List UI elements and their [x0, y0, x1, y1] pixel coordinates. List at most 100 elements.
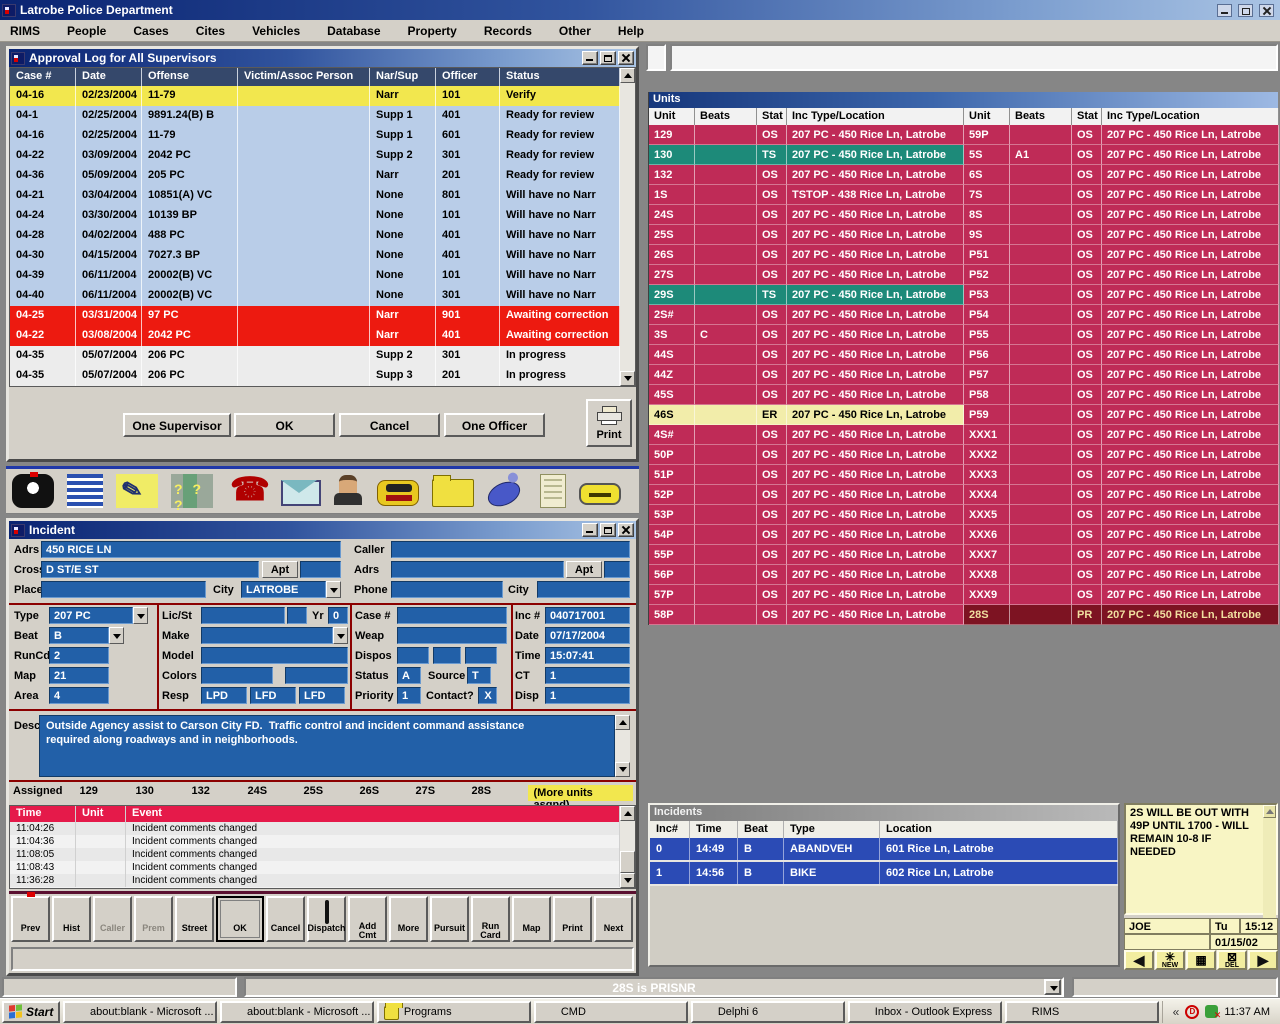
apt-field[interactable] — [300, 561, 341, 578]
approval-row[interactable]: 04-36 05/09/2004 205 PC Narr 201 Ready f… — [10, 166, 620, 186]
incident-toolbar-button[interactable]: Run Card — [471, 896, 510, 942]
unit-row[interactable]: 53P OS 207 PC - 450 Rice Ln, Latrobe — [649, 505, 964, 525]
column-header[interactable]: Victim/Assoc Person — [238, 68, 370, 86]
assigned-unit[interactable]: 24S — [248, 785, 304, 801]
scroll-up-icon[interactable] — [620, 68, 635, 83]
priority-field[interactable]: 1 — [397, 687, 421, 704]
dispos2-field[interactable] — [433, 647, 461, 664]
toolbar-icon[interactable] — [67, 474, 103, 508]
unit-row[interactable]: P55 OS 207 PC - 450 Rice Ln, Latrobe — [964, 325, 1279, 345]
incident-toolbar-button[interactable]: Prem — [134, 896, 173, 942]
unit-row[interactable]: P53 OS 207 PC - 450 Rice Ln, Latrobe — [964, 285, 1279, 305]
column-header[interactable]: Time — [10, 806, 76, 822]
menu-item[interactable]: People — [67, 24, 106, 38]
approval-row[interactable]: 04-24 03/30/2004 10139 BP None 101 Will … — [10, 206, 620, 226]
unit-row[interactable]: 8S OS 207 PC - 450 Rice Ln, Latrobe — [964, 205, 1279, 225]
menu-item[interactable]: Property — [408, 24, 457, 38]
place-field[interactable] — [41, 581, 206, 598]
note-delete-button[interactable]: ⊠DEL — [1217, 950, 1247, 970]
approval-row[interactable]: 04-28 04/02/2004 488 PC None 401 Will ha… — [10, 226, 620, 246]
unit-row[interactable]: 59P OS 207 PC - 450 Rice Ln, Latrobe — [964, 125, 1279, 145]
unit-row[interactable]: P57 OS 207 PC - 450 Rice Ln, Latrobe — [964, 365, 1279, 385]
print-button[interactable]: Print — [586, 399, 632, 447]
column-header[interactable]: Inc Type/Location — [1102, 108, 1279, 125]
incident-toolbar-button[interactable]: Print — [553, 896, 592, 942]
source-field[interactable]: T — [467, 667, 491, 684]
unit-row[interactable]: 25S OS 207 PC - 450 Rice Ln, Latrobe — [649, 225, 964, 245]
toolbar-icon[interactable] — [12, 474, 54, 508]
incident-toolbar-button[interactable]: Hist — [52, 896, 91, 942]
ok-button[interactable]: OK — [234, 413, 335, 437]
column-header[interactable]: Inc# — [650, 821, 690, 838]
desc-scrollbar[interactable] — [615, 715, 630, 777]
unit-row[interactable]: 7S OS 207 PC - 450 Rice Ln, Latrobe — [964, 185, 1279, 205]
model-field[interactable] — [201, 647, 348, 664]
adrs-field[interactable]: 450 RICE LN — [41, 541, 341, 558]
assigned-unit[interactable]: 132 — [192, 785, 248, 801]
note-next-button[interactable]: ▶ — [1248, 950, 1278, 970]
menu-item[interactable]: Vehicles — [252, 24, 300, 38]
column-header[interactable]: Event — [126, 806, 620, 822]
unit-row[interactable]: 4S# OS 207 PC - 450 Rice Ln, Latrobe — [649, 425, 964, 445]
unit-row[interactable]: 55P OS 207 PC - 450 Rice Ln, Latrobe — [649, 545, 964, 565]
tray-offline-user-icon[interactable] — [1205, 1005, 1218, 1018]
caller-field[interactable] — [391, 541, 630, 558]
unit-row[interactable]: 9S OS 207 PC - 450 Rice Ln, Latrobe — [964, 225, 1279, 245]
cancel-button[interactable]: Cancel — [339, 413, 440, 437]
column-header[interactable]: Beats — [1010, 108, 1072, 125]
tray-clock[interactable]: 11:37 AM — [1224, 1006, 1270, 1018]
yr-field[interactable]: 0 — [328, 607, 348, 624]
assigned-unit[interactable]: 26S — [360, 785, 416, 801]
column-header[interactable]: Type — [784, 821, 880, 838]
menu-item[interactable]: Cases — [133, 24, 168, 38]
field-value[interactable]: 07/17/2004 — [545, 627, 630, 644]
unit-row[interactable]: 129 OS 207 PC - 450 Rice Ln, Latrobe — [649, 125, 964, 145]
unit-row[interactable]: P52 OS 207 PC - 450 Rice Ln, Latrobe — [964, 265, 1279, 285]
menu-item[interactable]: Records — [484, 24, 532, 38]
close-icon[interactable] — [618, 523, 634, 537]
approval-row[interactable]: 04-16 02/23/2004 11-79 Narr 101 Verify — [10, 86, 620, 106]
column-header[interactable]: Unit — [649, 108, 695, 125]
maximize-icon[interactable] — [1238, 4, 1253, 17]
approval-row[interactable]: 04-35 05/07/2004 206 PC Supp 2 301 In pr… — [10, 346, 620, 366]
status-field[interactable]: A — [397, 667, 421, 684]
event-log-row[interactable]: 11:08:43 Incident comments changed — [10, 861, 620, 874]
taskbar-item[interactable]: RIMS — [1005, 1001, 1159, 1023]
approval-row[interactable]: 04-40 06/11/2004 20002(B) VC None 301 Wi… — [10, 286, 620, 306]
note-initials[interactable]: JOE — [1124, 918, 1210, 934]
unit-row[interactable]: XXX1 OS 207 PC - 450 Rice Ln, Latrobe — [964, 425, 1279, 445]
unit-row[interactable]: XXX4 OS 207 PC - 450 Rice Ln, Latrobe — [964, 485, 1279, 505]
toolbar-icon[interactable] — [540, 474, 566, 508]
incident-row[interactable]: 0 14:49 B ABANDVEH 601 Rice Ln, Latrobe — [650, 838, 1118, 862]
field-value[interactable]: 1 — [545, 667, 630, 684]
event-log-row[interactable]: 11:04:26 Incident comments changed — [10, 822, 620, 835]
make-field[interactable] — [201, 627, 333, 644]
assigned-unit[interactable]: 129 — [80, 785, 136, 801]
dropdown-icon[interactable] — [133, 607, 148, 624]
unit-row[interactable]: 130 TS 207 PC - 450 Rice Ln, Latrobe — [649, 145, 964, 165]
approval-row[interactable]: 04-30 04/15/2004 7027.3 BP None 401 Will… — [10, 246, 620, 266]
resp3-field[interactable]: LFD — [299, 687, 345, 704]
field-value[interactable]: 15:07:41 — [545, 647, 630, 664]
approval-row[interactable]: 04-22 03/09/2004 2042 PC Supp 2 301 Read… — [10, 146, 620, 166]
toolbar-icon[interactable] — [484, 477, 524, 511]
unit-row[interactable]: 46S ER 207 PC - 450 Rice Ln, Latrobe — [649, 405, 964, 425]
scroll-up-icon[interactable] — [615, 715, 630, 730]
approval-row[interactable]: 04-21 03/04/2004 10851(A) VC None 801 Wi… — [10, 186, 620, 206]
unit-row[interactable]: XXX5 OS 207 PC - 450 Rice Ln, Latrobe — [964, 505, 1279, 525]
column-header[interactable]: Case # — [10, 68, 76, 86]
note-text-area[interactable]: 2S WILL BE OUT WITH 49P UNTIL 1700 - WIL… — [1124, 803, 1278, 915]
unit-row[interactable]: 1S OS TSTOP - 438 Rice Ln, Latrobe — [649, 185, 964, 205]
taskbar-item[interactable]: about:blank - Microsoft ... — [220, 1001, 374, 1023]
resp2-field[interactable]: LFD — [250, 687, 296, 704]
scrollbar-thumb[interactable] — [620, 851, 635, 873]
column-header[interactable]: Stat — [757, 108, 787, 125]
field-value[interactable]: 2 — [49, 647, 109, 664]
event-log-row[interactable]: 11:36:28 Incident comments changed — [10, 874, 620, 887]
one-supervisor-button[interactable]: One Supervisor — [123, 413, 231, 437]
dispos3-field[interactable] — [465, 647, 497, 664]
field-value[interactable]: 1 — [545, 687, 630, 704]
lic-field[interactable] — [201, 607, 285, 624]
unit-row[interactable]: P59 OS 207 PC - 450 Rice Ln, Latrobe — [964, 405, 1279, 425]
toolbar-icon[interactable] — [579, 483, 621, 505]
